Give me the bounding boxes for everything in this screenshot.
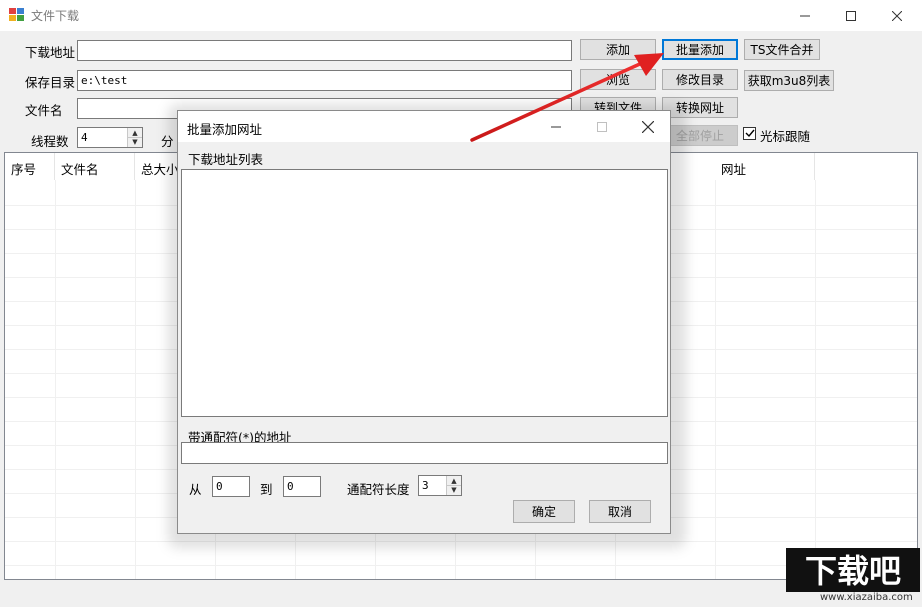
watermark: 下载吧 www.xiazaiba.com — [786, 548, 920, 604]
annotation-arrow-icon — [470, 53, 664, 142]
svg-text:下载吧: 下载吧 — [805, 552, 901, 590]
watermark-url: www.xiazaiba.com — [820, 592, 913, 603]
